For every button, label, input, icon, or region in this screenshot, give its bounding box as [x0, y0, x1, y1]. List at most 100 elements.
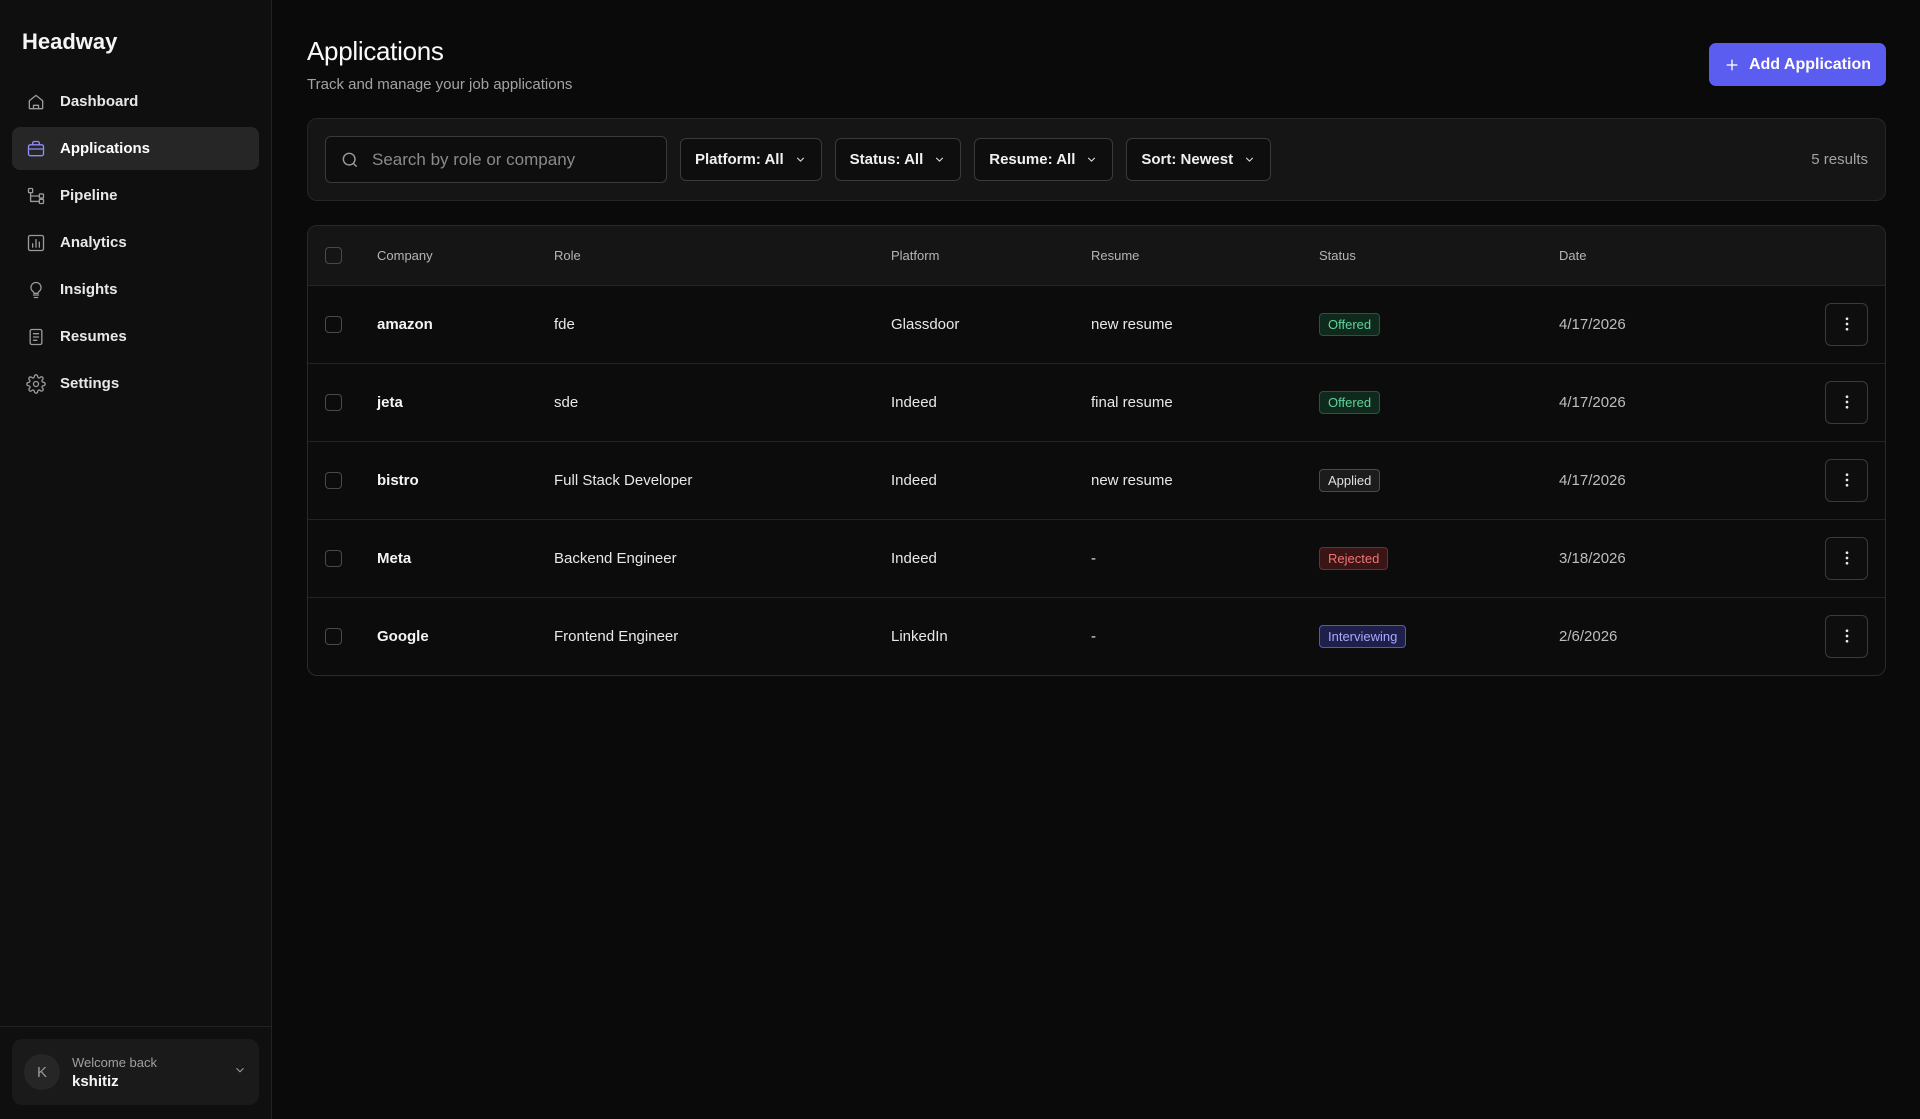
column-header-resume[interactable]: Resume	[1091, 226, 1319, 286]
platform-cell: LinkedIn	[891, 627, 948, 645]
lightbulb-icon	[26, 280, 46, 300]
resume-cell: -	[1091, 519, 1319, 598]
search-icon	[342, 152, 358, 167]
row-checkbox[interactable]	[325, 315, 342, 333]
briefcase-icon	[26, 139, 46, 159]
resume-cell: new resume	[1091, 285, 1319, 364]
company-cell: amazon	[377, 285, 554, 364]
document-icon	[26, 327, 46, 347]
row-actions-button[interactable]	[1825, 614, 1868, 658]
role-cell: fde	[554, 285, 891, 364]
sidebar-item-label: Settings	[60, 375, 120, 392]
platform-filter-label: Platform: All	[695, 151, 784, 168]
plus-icon	[1726, 59, 1738, 70]
resume-filter-label: Resume: All	[989, 151, 1076, 168]
column-header-status[interactable]: Status	[1319, 226, 1559, 286]
role-cell: Frontend Engineer	[554, 627, 679, 645]
platform-cell: Indeed	[891, 363, 1091, 442]
results-count: 5 results	[1811, 151, 1868, 168]
platform-cell: Glassdoor	[891, 285, 1091, 364]
sidebar-item-label: Applications	[60, 140, 151, 157]
platform-filter[interactable]: Platform: All	[680, 138, 822, 181]
row-actions-button[interactable]	[1825, 302, 1868, 346]
sidebar-item-analytics[interactable]: Analytics	[12, 221, 259, 264]
page-subtitle: Track and manage your job applications	[307, 76, 573, 93]
row-checkbox[interactable]	[325, 628, 342, 646]
status-filter-label: Status: All	[849, 151, 924, 168]
sidebar-item-settings[interactable]: Settings	[12, 362, 259, 405]
sidebar-item-label: Insights	[60, 281, 118, 298]
sort-select[interactable]: Sort: Newest	[1126, 138, 1272, 181]
sidebar-item-label: Pipeline	[60, 187, 118, 204]
role-cell: Backend Engineer	[554, 519, 891, 598]
avatar: K	[24, 1054, 60, 1090]
more-vertical-icon	[1845, 317, 1848, 331]
chart-icon	[26, 233, 46, 253]
sidebar-item-label: Resumes	[60, 328, 127, 345]
column-header-platform[interactable]: Platform	[891, 226, 1091, 286]
platform-cell: Indeed	[891, 441, 1091, 520]
date-cell: 4/17/2026	[1559, 441, 1759, 520]
sidebar-nav: Dashboard Applications Pipeline Analytic…	[0, 80, 271, 405]
column-header-role[interactable]: Role	[554, 226, 891, 286]
sidebar-item-pipeline[interactable]: Pipeline	[12, 174, 259, 217]
status-badge: Applied	[1319, 468, 1381, 492]
sort-select-label: Sort: Newest	[1141, 151, 1234, 168]
row-actions-button[interactable]	[1825, 458, 1868, 502]
platform-cell: Indeed	[891, 519, 1091, 598]
applications-table: Company Role Platform Resume Status Date…	[307, 225, 1886, 676]
filter-bar: Platform: All Status: All Resume: All So…	[307, 118, 1886, 201]
chevron-down-icon	[1088, 157, 1096, 162]
column-header-date[interactable]: Date	[1559, 226, 1759, 286]
sidebar-footer: K Welcome back kshitiz	[0, 1026, 271, 1119]
welcome-text: Welcome back	[72, 1054, 158, 1070]
company-cell: Google	[377, 627, 429, 645]
table-header-row: Company Role Platform Resume Status Date	[308, 226, 1885, 286]
sidebar-item-label: Dashboard	[60, 93, 139, 110]
resume-filter[interactable]: Resume: All	[974, 138, 1114, 181]
add-application-label: Add Application	[1748, 55, 1871, 73]
sidebar: Headway Dashboard Applications Pipeline …	[0, 0, 272, 1119]
date-cell: 2/6/2026	[1559, 627, 1618, 645]
sidebar-item-dashboard[interactable]: Dashboard	[12, 80, 259, 123]
brand-logo: Headway	[22, 29, 118, 54]
more-vertical-icon	[1845, 551, 1848, 565]
table-row[interactable]: jeta sde Indeed final resume Offered 4/1…	[308, 363, 1885, 442]
select-all-checkbox[interactable]	[325, 246, 342, 264]
user-info: Welcome back kshitiz	[72, 1055, 221, 1090]
sidebar-item-label: Analytics	[60, 234, 127, 251]
chevron-down-icon	[936, 157, 944, 162]
sidebar-item-applications[interactable]: Applications	[12, 127, 259, 170]
sidebar-item-insights[interactable]: Insights	[12, 268, 259, 311]
company-cell: jeta	[377, 363, 554, 442]
search-input[interactable]	[372, 149, 652, 170]
column-header-company[interactable]: Company	[377, 226, 554, 286]
more-vertical-icon	[1845, 473, 1848, 487]
role-cell: sde	[554, 363, 891, 442]
table-row[interactable]: Google Frontend Engineer LinkedIn - Inte…	[308, 597, 1885, 675]
chevron-down-icon	[796, 157, 804, 162]
role-cell: Full Stack Developer	[554, 441, 891, 520]
date-cell: 3/18/2026	[1559, 519, 1759, 598]
table-row[interactable]: Meta Backend Engineer Indeed - Rejected …	[308, 519, 1885, 598]
row-actions-button[interactable]	[1825, 380, 1868, 424]
pipeline-icon	[26, 186, 46, 206]
main-content: Applications Track and manage your job a…	[272, 0, 1920, 1119]
row-checkbox[interactable]	[325, 471, 342, 489]
company-cell: bistro	[377, 441, 554, 520]
add-application-button[interactable]: Add Application	[1708, 43, 1886, 86]
table-row[interactable]: bistro Full Stack Developer Indeed new r…	[308, 441, 1885, 520]
date-cell: 4/17/2026	[1559, 363, 1759, 442]
row-checkbox[interactable]	[325, 549, 342, 567]
user-menu[interactable]: K Welcome back kshitiz	[12, 1039, 259, 1105]
row-actions-button[interactable]	[1825, 536, 1868, 580]
gear-icon	[26, 373, 46, 394]
table-row[interactable]: amazon fde Glassdoor new resume Offered …	[308, 285, 1885, 364]
sidebar-item-resumes[interactable]: Resumes	[12, 315, 259, 358]
row-checkbox[interactable]	[325, 393, 342, 411]
chevron-down-icon	[233, 1063, 247, 1082]
company-cell: Meta	[377, 519, 554, 598]
status-filter[interactable]: Status: All	[834, 138, 962, 181]
status-badge: Interviewing	[1319, 624, 1407, 648]
resume-cell: final resume	[1091, 363, 1319, 442]
